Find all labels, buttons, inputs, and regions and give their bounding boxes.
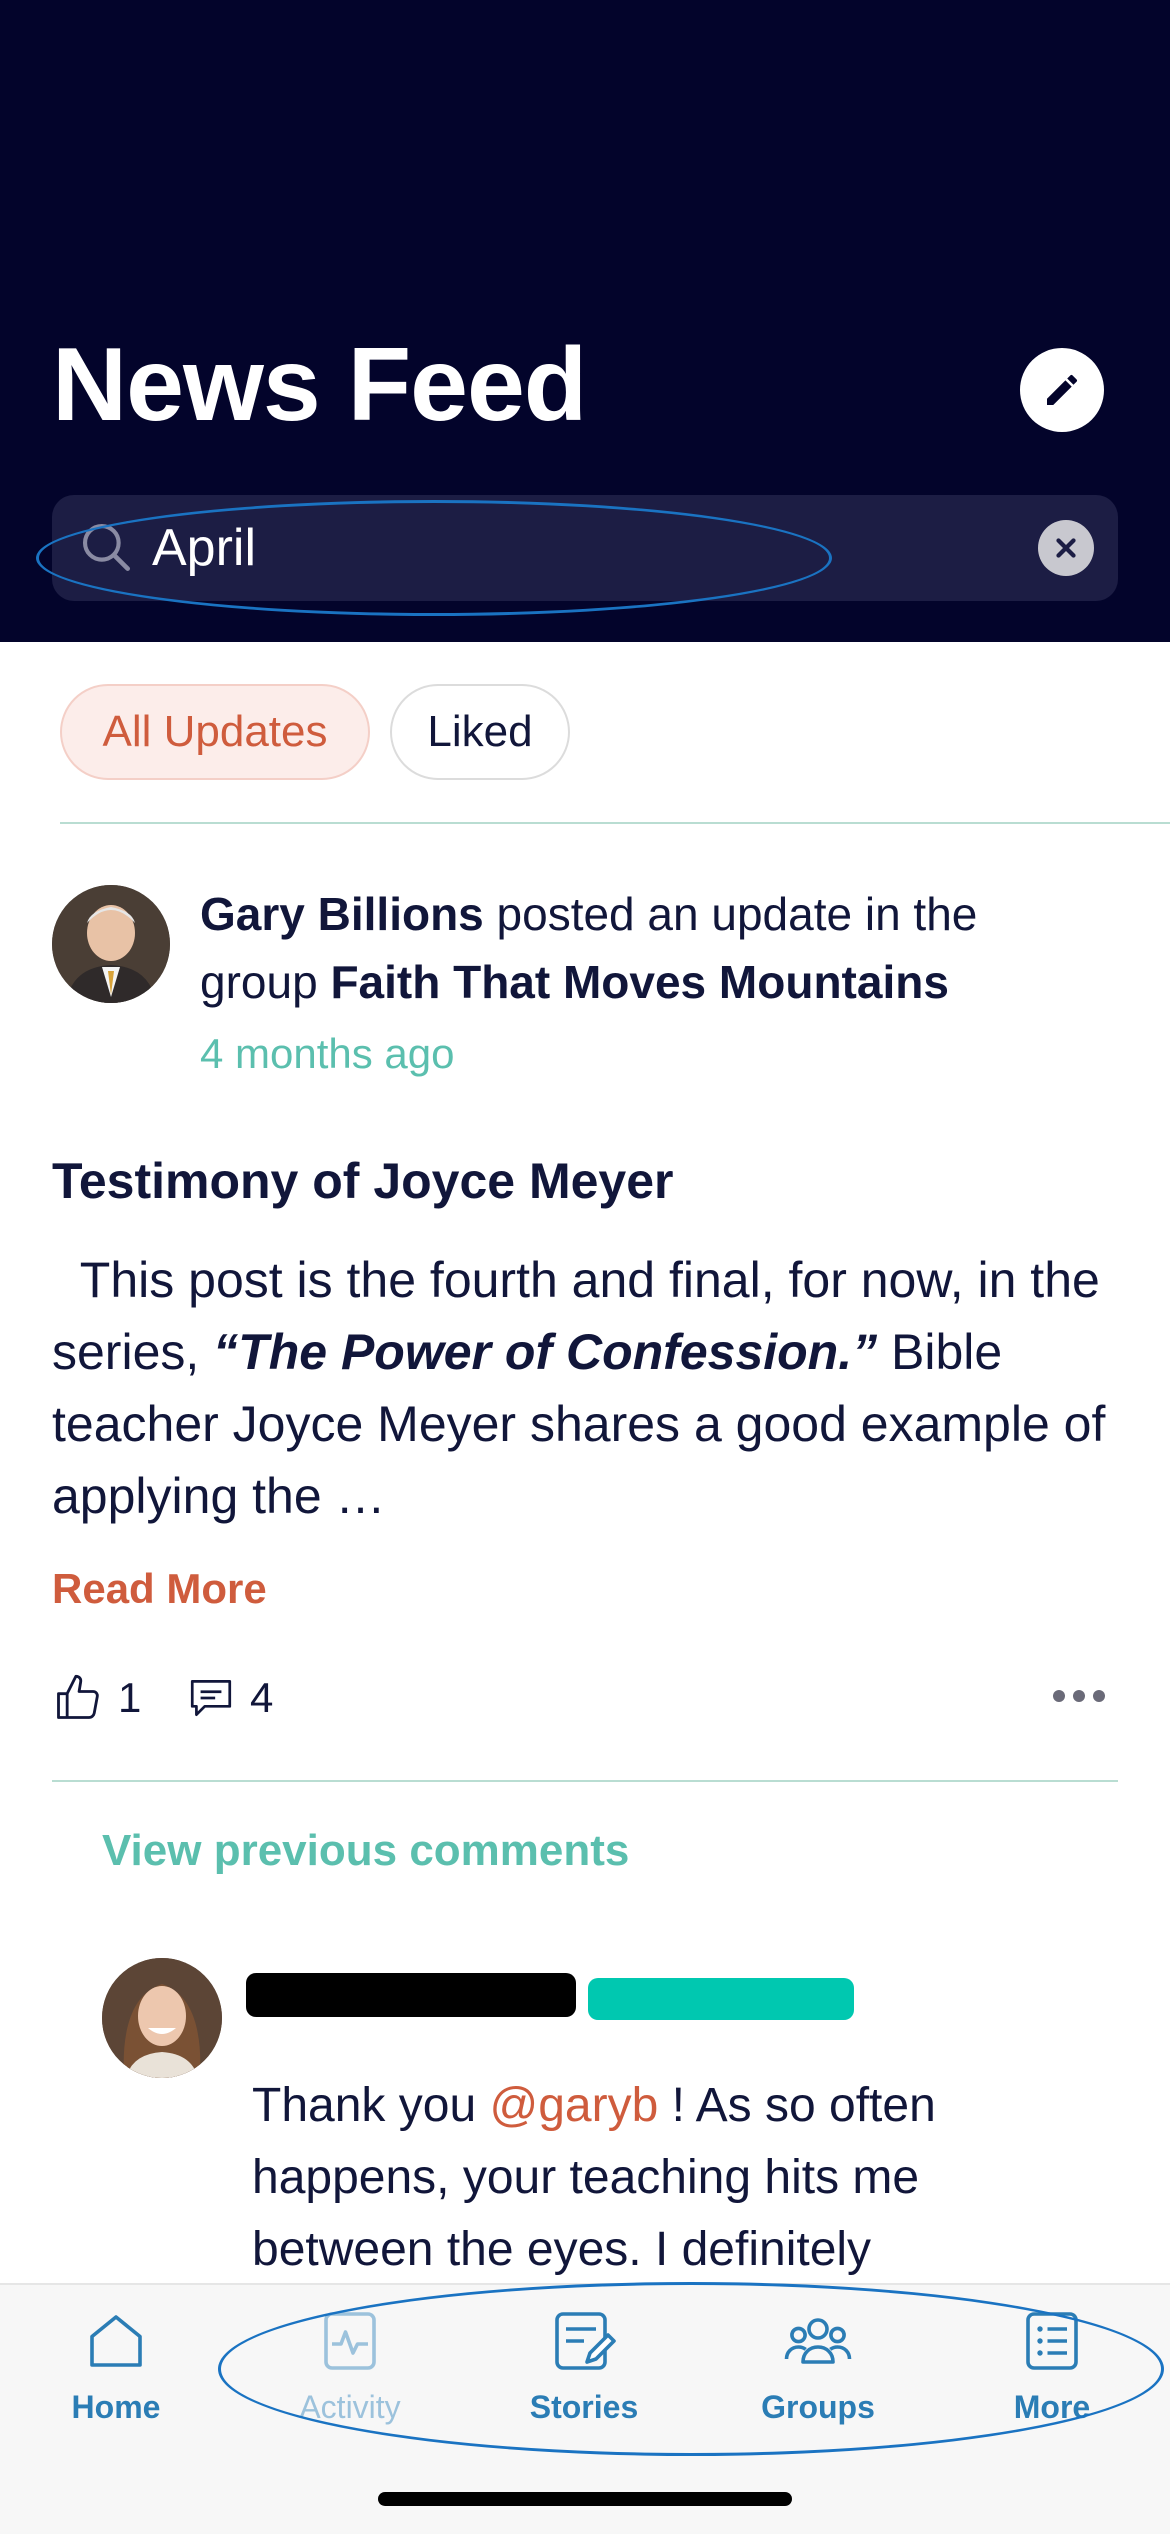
home-icon [90, 2315, 142, 2367]
nav-item-groups[interactable]: Groups [728, 2305, 908, 2426]
search-bar[interactable] [52, 495, 1118, 601]
nav-label-more: More [1013, 2389, 1091, 2425]
nav-label-home: Home [71, 2389, 161, 2425]
tab-all-updates[interactable]: All Updates [60, 684, 370, 780]
avatar[interactable] [52, 885, 170, 1003]
nav-label-activity: Activity [299, 2389, 401, 2425]
post-title[interactable]: Testimony of Joyce Meyer [52, 1152, 674, 1210]
like-count: 1 [118, 1674, 142, 1721]
post-body: This post is the fourth and final, for n… [52, 1244, 1112, 1532]
compose-button[interactable] [1020, 348, 1104, 432]
post-author[interactable]: Gary Billions [200, 888, 484, 940]
comment-count: 4 [250, 1674, 274, 1721]
search-icon [82, 523, 130, 571]
close-icon [1056, 538, 1076, 558]
nav-item-more[interactable]: More [962, 2305, 1142, 2426]
home-indicator[interactable] [378, 2492, 792, 2506]
author-photo [52, 885, 170, 1003]
nav-label-groups: Groups [761, 2389, 875, 2425]
groups-icon [784, 2318, 852, 2364]
comment-text: Thank you @garyb ! As so often happens, … [252, 2070, 1082, 2286]
nav-item-activity[interactable]: Activity [260, 2305, 440, 2426]
post-header: Gary Billions posted an update in the gr… [200, 880, 1080, 1016]
avatar[interactable] [102, 1958, 222, 2078]
post-timestamp: 4 months ago [200, 1030, 455, 1077]
clear-search-button[interactable] [1038, 520, 1094, 576]
search-input[interactable] [152, 515, 972, 581]
read-more-link[interactable]: Read More [52, 1565, 267, 1613]
activity-icon [324, 2312, 376, 2370]
pencil-icon [1047, 374, 1078, 405]
post-body-emphasis: “The Power of Confession.” [213, 1324, 878, 1380]
nav-label-stories: Stories [529, 2389, 639, 2425]
more-list-icon [1026, 2312, 1078, 2370]
nav-item-home[interactable]: Home [26, 2305, 206, 2426]
tab-liked[interactable]: Liked [390, 684, 570, 780]
page-title: News Feed [52, 327, 587, 443]
comment-text-start: Thank you [252, 2079, 490, 2132]
stories-icon [555, 2312, 616, 2370]
commenter-photo [102, 1958, 222, 2078]
mention-link[interactable]: @garyb [489, 2079, 658, 2132]
comment-icon [190, 1679, 232, 1717]
like-button[interactable]: 1 [52, 1668, 141, 1728]
divider [52, 1780, 1118, 1782]
more-options-icon[interactable] [1052, 1686, 1106, 1706]
comment-button[interactable]: 4 [186, 1668, 273, 1728]
post-group[interactable]: Faith That Moves Mountains [330, 956, 948, 1008]
divider [60, 822, 1170, 824]
redacted-commenter-name [246, 1973, 576, 2017]
redacted-commenter-badge [588, 1978, 854, 2020]
view-previous-comments-link[interactable]: View previous comments [102, 1826, 629, 1876]
nav-item-stories[interactable]: Stories [494, 2305, 674, 2426]
thumbs-up-icon [57, 1674, 99, 1719]
header: News Feed [0, 0, 1170, 642]
